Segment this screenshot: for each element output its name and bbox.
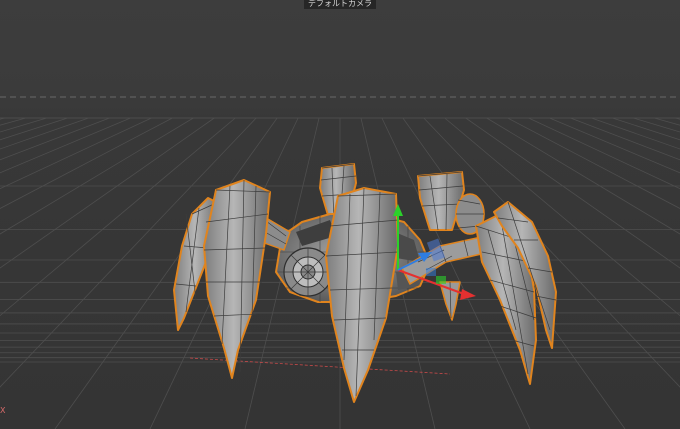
leg-right-back-tip[interactable] bbox=[439, 281, 461, 321]
eye-wheel[interactable] bbox=[283, 247, 333, 297]
leg-left-front[interactable] bbox=[203, 179, 271, 379]
xz-plane-handle[interactable] bbox=[426, 268, 436, 276]
3d-viewport[interactable]: デフォルトカメラ X bbox=[0, 0, 680, 429]
viewport-scene[interactable] bbox=[0, 0, 680, 429]
spider-robot-mesh[interactable] bbox=[173, 163, 557, 403]
world-axis-x-label: X bbox=[0, 406, 6, 415]
camera-label: デフォルトカメラ bbox=[304, 0, 376, 9]
xy-plane-handle[interactable] bbox=[436, 276, 446, 284]
